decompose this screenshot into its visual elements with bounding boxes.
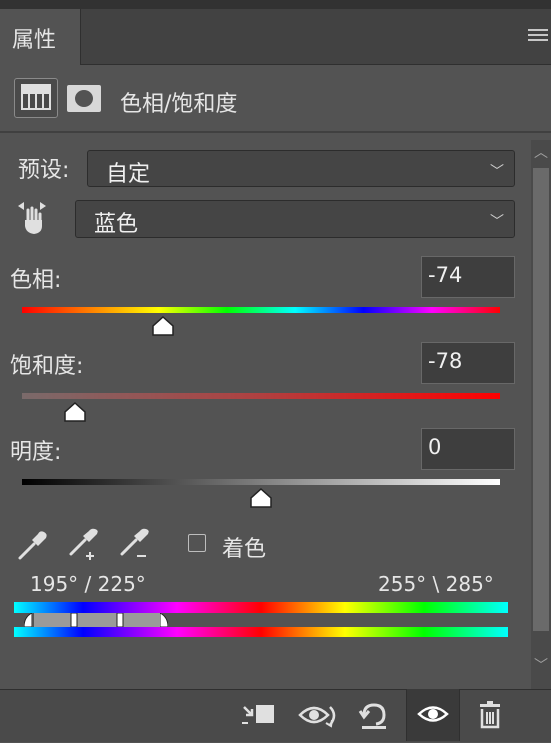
hue-value-input[interactable]: -74 xyxy=(421,256,515,298)
hue-saturation-layer-icon[interactable] xyxy=(14,78,58,118)
eyedropper-minus-icon[interactable] xyxy=(118,528,152,562)
lightness-value-input[interactable]: 0 xyxy=(421,428,515,470)
chevron-down-icon: ﹀ xyxy=(490,214,504,230)
layer-mask-circle xyxy=(75,90,93,107)
scroll-up-icon[interactable]: ︿ xyxy=(533,145,549,161)
range-right-degrees: 255° \ 285° xyxy=(378,572,494,596)
preset-dropdown[interactable]: 自定 ﹀ xyxy=(87,150,515,187)
panel-tab-bar xyxy=(0,9,551,65)
colorize-label: 着色 xyxy=(222,537,267,562)
colorize-checkbox[interactable] xyxy=(188,534,206,552)
saturation-slider-track[interactable] xyxy=(22,393,500,399)
saturation-slider-handle[interactable] xyxy=(63,402,87,422)
hamburger-menu-icon[interactable] xyxy=(528,28,548,44)
channel-dropdown[interactable]: 蓝色 ﹀ xyxy=(75,200,515,238)
color-range-selection[interactable] xyxy=(34,613,162,627)
tab-properties-label: 属性 xyxy=(12,28,57,53)
header-divider xyxy=(0,131,551,133)
reset-icon[interactable] xyxy=(352,693,396,737)
range-left-handle[interactable] xyxy=(70,613,78,627)
range-falloff-left-handle[interactable] xyxy=(24,613,32,627)
preset-label: 预设: xyxy=(18,158,70,183)
eye-icon xyxy=(417,706,449,722)
lightness-slider-track[interactable] xyxy=(22,479,500,485)
scroll-down-icon[interactable]: ﹀ xyxy=(533,658,549,674)
targeted-adjustment-hand-icon[interactable] xyxy=(14,198,50,236)
trash-icon[interactable] xyxy=(468,693,512,737)
channel-value: 蓝色 xyxy=(94,212,139,237)
scrollbar-thumb[interactable] xyxy=(533,168,549,631)
hue-label: 色相: xyxy=(10,268,62,293)
lightness-slider-handle[interactable] xyxy=(249,488,273,508)
range-right-handle[interactable] xyxy=(116,613,124,627)
saturation-label: 饱和度: xyxy=(10,354,84,379)
hue-slider-track[interactable] xyxy=(22,307,500,313)
chevron-down-icon: ﹀ xyxy=(490,164,504,180)
view-previous-state-icon[interactable] xyxy=(296,693,340,737)
saturation-value-input[interactable]: -78 xyxy=(421,342,515,384)
output-color-spectrum xyxy=(14,627,508,637)
preset-value: 自定 xyxy=(106,162,151,187)
visibility-toggle-button[interactable] xyxy=(406,689,460,741)
hue-slider-handle[interactable] xyxy=(151,316,175,336)
input-color-spectrum xyxy=(14,602,508,613)
eyedropper-plus-icon[interactable] xyxy=(67,528,101,562)
window-top-strip xyxy=(0,0,551,9)
eyedropper-icon[interactable] xyxy=(16,528,50,562)
adjustment-graphic xyxy=(21,84,51,110)
range-left-degrees: 195° / 225° xyxy=(30,572,146,596)
clip-to-layer-icon[interactable] xyxy=(238,693,282,737)
range-falloff-right-handle[interactable] xyxy=(160,613,168,627)
adjustment-title: 色相/饱和度 xyxy=(120,92,238,117)
lightness-label: 明度: xyxy=(10,440,62,465)
